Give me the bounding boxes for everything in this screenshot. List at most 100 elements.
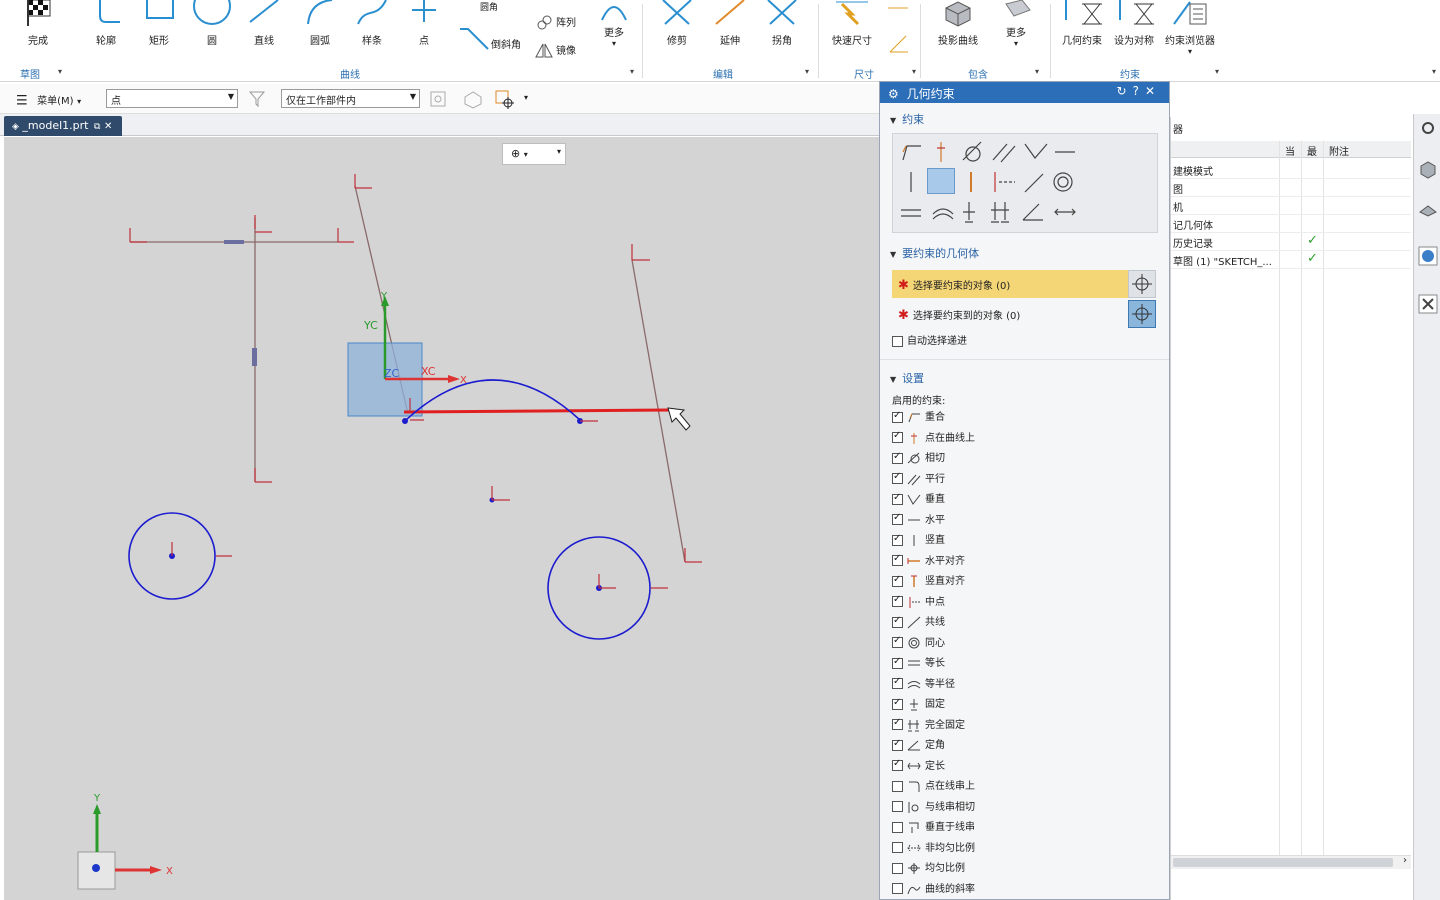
snap-caret-icon[interactable]: ▾ xyxy=(524,93,528,102)
constraint-browser-button[interactable]: 约束浏览器 ▾ xyxy=(1160,0,1220,56)
dimension-small-tools[interactable] xyxy=(884,2,912,58)
group-include-caret-icon[interactable]: ▾ xyxy=(1035,67,1039,76)
fillet-button[interactable]: 圆角 xyxy=(462,0,522,13)
close-icon[interactable]: ✕ xyxy=(1145,84,1161,98)
navigator-row[interactable]: 草图 (1) "SKETCH_... ✓ xyxy=(1171,251,1411,269)
constraint-option-row[interactable]: 点在曲线上 xyxy=(892,429,975,447)
constraint-checkbox[interactable] xyxy=(892,553,903,566)
settings-section-header[interactable]: ▼ 设置 xyxy=(880,362,1169,390)
trim-button[interactable]: 修剪 xyxy=(647,0,707,47)
reset-icon[interactable]: ↻ xyxy=(1117,84,1133,98)
select-target-row[interactable]: ✱ 选择要约束到的对象 (0) xyxy=(892,300,1156,328)
constraint-checkbox[interactable] xyxy=(892,738,903,751)
web-browser-icon[interactable] xyxy=(1418,246,1438,266)
col-note-header[interactable]: 附注 xyxy=(1329,143,1349,158)
navigator-row[interactable]: 历史记录 ✓ xyxy=(1171,233,1411,251)
constraint-option-row[interactable]: 相切 xyxy=(892,449,945,467)
constraint-option-row[interactable]: 等长 xyxy=(892,654,945,672)
constraint-checkbox[interactable] xyxy=(892,512,903,525)
constraint-option-row[interactable]: 垂直于线串 xyxy=(892,818,975,836)
select-target-pick-button[interactable] xyxy=(1128,300,1156,328)
constraint-checkbox[interactable] xyxy=(892,451,903,464)
col-latest-header[interactable]: 最 xyxy=(1307,143,1317,158)
constraint-checkbox[interactable] xyxy=(892,533,903,546)
constraint-checkbox[interactable] xyxy=(892,801,903,812)
select-object-pick-button[interactable] xyxy=(1128,270,1156,298)
constraint-checkbox[interactable] xyxy=(892,883,903,894)
line-button[interactable]: 直线 xyxy=(234,0,294,47)
project-curve-button[interactable]: 投影曲线 xyxy=(928,0,988,47)
constraint-checkbox[interactable] xyxy=(892,410,903,423)
navigator-horizontal-scrollbar[interactable]: › xyxy=(1171,855,1411,869)
settings-gear-icon[interactable] xyxy=(1418,118,1438,138)
constraint-option-row[interactable]: 同心 xyxy=(892,634,945,652)
chamfer-button[interactable]: 倒斜角 xyxy=(458,27,528,53)
group-constraint-caret-icon[interactable]: ▾ xyxy=(1215,67,1219,76)
constraint-option-row[interactable]: 竖直 xyxy=(892,531,945,549)
snap-point-button[interactable] xyxy=(494,89,518,109)
constraint-checkbox[interactable] xyxy=(892,430,903,443)
point-button[interactable]: 点 xyxy=(394,0,454,47)
graphics-window[interactable]: ⊕ ▾ ▾ YC Y XC X ZC Y X xyxy=(4,137,880,900)
geometry-section-header[interactable]: ▼ 要约束的几何体 xyxy=(880,233,1169,265)
constraint-option-row[interactable]: 平行 xyxy=(892,470,945,488)
constraint-checkbox[interactable] xyxy=(892,862,903,874)
constraint-checkbox[interactable] xyxy=(892,656,903,669)
circle-button[interactable]: 圆 xyxy=(182,0,242,47)
group-sketch-caret-icon[interactable]: ▾ xyxy=(58,67,62,76)
corner-button[interactable]: 拐角 xyxy=(752,0,812,47)
constraint-checkbox[interactable] xyxy=(892,821,903,833)
rapid-dimension-button[interactable]: 快速尺寸 xyxy=(822,0,882,47)
tab-restore-icon[interactable]: ⧉ xyxy=(94,122,100,132)
dialog-title-bar[interactable]: ⚙ 几何约束 ↻?✕ xyxy=(880,82,1169,103)
finish-sketch-button[interactable]: 完成 xyxy=(8,0,68,47)
tools-icon[interactable] xyxy=(1418,294,1438,314)
ribbon-overflow-caret-icon[interactable]: ▾ xyxy=(1432,67,1436,76)
geometric-constraint-button[interactable]: 几何约束 xyxy=(1052,0,1112,47)
tab-close-icon[interactable]: ✕ xyxy=(104,121,112,132)
constraint-checkbox[interactable] xyxy=(892,615,903,628)
profile-button[interactable]: 轮廓 xyxy=(76,0,136,47)
constraint-option-row[interactable]: 定角 xyxy=(892,736,945,754)
col-current-header[interactable]: 当 xyxy=(1285,143,1295,158)
menu-button[interactable]: ☰ 菜单(M) ▾ xyxy=(16,92,81,109)
group-curve-caret-icon[interactable]: ▾ xyxy=(630,67,634,76)
constraint-option-row[interactable]: 定长 xyxy=(892,757,945,775)
constraint-option-row[interactable]: 共线 xyxy=(892,613,945,631)
help-icon[interactable]: ? xyxy=(1133,84,1145,98)
select-all-button[interactable] xyxy=(428,89,452,109)
arc-button[interactable]: 圆弧 xyxy=(290,0,350,47)
constraint-section-header[interactable]: ▼ 约束 xyxy=(880,103,1169,131)
constraint-option-row[interactable]: 水平 xyxy=(892,511,945,529)
auto-advance-row[interactable]: 自动选择递进 xyxy=(892,332,967,350)
more-curve-button[interactable]: 更多 ▾ xyxy=(584,0,644,48)
constraint-checkbox[interactable] xyxy=(892,635,903,648)
arc-endpoint[interactable] xyxy=(402,418,408,424)
select-object-row[interactable]: ✱ 选择要约束的对象 (0) xyxy=(892,270,1156,298)
rectangle-button[interactable]: 矩形 xyxy=(129,0,189,47)
spline-button[interactable]: 样条 xyxy=(342,0,402,47)
set-symmetric-button[interactable]: 设为对称 xyxy=(1104,0,1164,47)
part-navigator-icon[interactable] xyxy=(1418,160,1438,180)
sketch-arc[interactable] xyxy=(405,379,581,421)
constraint-option-row[interactable]: 固定 xyxy=(892,695,945,713)
auto-advance-checkbox[interactable] xyxy=(892,335,903,347)
extend-button[interactable]: 延伸 xyxy=(700,0,760,47)
constraint-option-row[interactable]: 水平对齐 xyxy=(892,552,965,570)
constraint-checkbox[interactable] xyxy=(892,471,903,484)
constraint-option-row[interactable]: 曲线的斜率 xyxy=(892,880,975,898)
document-tab[interactable]: ◈ _model1.prt ⧉ ✕ xyxy=(4,116,122,136)
more-include-button[interactable]: 更多 ▾ xyxy=(986,0,1046,48)
navigator-row[interactable]: 记几何体 xyxy=(1171,215,1411,233)
horizontal-align-constraint-button[interactable] xyxy=(927,168,955,194)
navigator-row[interactable]: 图 xyxy=(1171,179,1411,197)
constraint-option-row[interactable]: 重合 xyxy=(892,408,945,426)
constraint-option-row[interactable]: 中点 xyxy=(892,593,945,611)
constraint-option-row[interactable]: 非均匀比例 xyxy=(892,839,975,857)
filter-funnel-button[interactable] xyxy=(248,89,272,109)
constraint-option-row[interactable]: 与线串相切 xyxy=(892,798,975,816)
constraint-checkbox[interactable] xyxy=(892,717,903,730)
group-edit-caret-icon[interactable]: ▾ xyxy=(805,67,809,76)
constraint-checkbox[interactable] xyxy=(892,842,903,853)
group-dimension-caret-icon[interactable]: ▾ xyxy=(912,67,916,76)
